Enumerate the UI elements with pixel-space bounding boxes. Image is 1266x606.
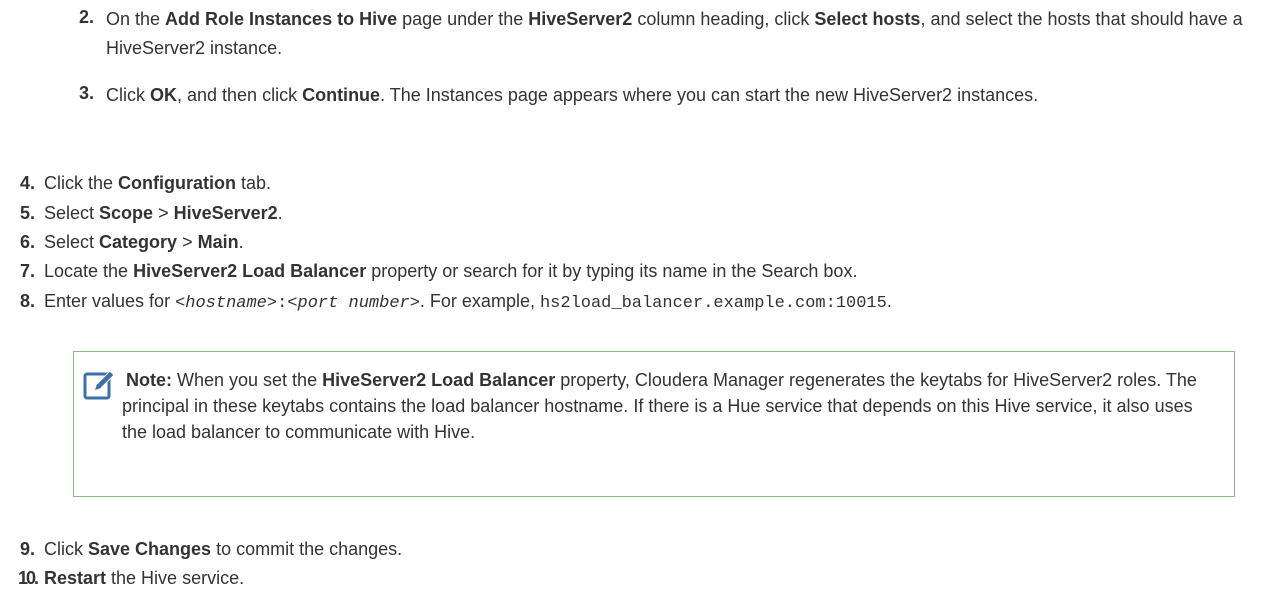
- list-item-step-7: 7. Locate the HiveServer2 Load Balancer …: [20, 259, 1250, 284]
- step-number: 2.: [79, 7, 95, 27]
- list-item-step-4: 4. Click the Configuration tab.: [20, 171, 1250, 196]
- step-text: Enter values for <hostname>:<port number…: [44, 291, 892, 313]
- list-item-step-6: 6. Select Category > Main.: [20, 230, 1250, 255]
- step-text: On the Add Role Instances to Hive page u…: [106, 9, 1243, 58]
- step-number: 8.: [20, 291, 36, 311]
- step-text: Select Category > Main.: [44, 232, 244, 252]
- step-number: 6.: [20, 232, 36, 252]
- step-text: Restart the Hive service.: [44, 568, 245, 588]
- step-text: Click Save Changes to commit the changes…: [44, 539, 403, 559]
- step-number: 9.: [20, 539, 36, 559]
- list-item-step-5: 5. Select Scope > HiveServer2.: [20, 201, 1250, 226]
- step-number: 7.: [20, 261, 36, 281]
- list-item-step-2: 2. On the Add Role Instances to Hive pag…: [79, 5, 1254, 63]
- step-text: Click OK, and then click Continue. The I…: [106, 85, 1039, 105]
- step-number: 5.: [20, 203, 36, 223]
- note-edit-icon: [83, 370, 115, 400]
- step-number: 3.: [79, 83, 95, 103]
- note-label: Note:: [126, 370, 172, 390]
- note-text: Note: When you set the HiveServer2 Load …: [122, 370, 1197, 442]
- step-text: Select Scope > HiveServer2.: [44, 203, 283, 223]
- step-text: Click the Configuration tab.: [44, 173, 272, 193]
- step-text: Locate the HiveServer2 Load Balancer pro…: [44, 261, 858, 281]
- list-item-step-10: 10. Restart the Hive service.: [18, 566, 1248, 591]
- list-item-step-9: 9. Click Save Changes to commit the chan…: [20, 537, 1250, 562]
- list-item-step-3: 3. Click OK, and then click Continue. Th…: [79, 81, 1254, 110]
- note-callout: Note: When you set the HiveServer2 Load …: [73, 351, 1235, 497]
- step-number: 10.: [18, 568, 39, 588]
- document-page: 2. On the Add Role Instances to Hive pag…: [0, 0, 1266, 606]
- code-example: hs2load_balancer.example.com:10015: [539, 294, 887, 313]
- code-placeholder: <hostname>:<port number>: [175, 294, 420, 313]
- step-number: 4.: [20, 173, 36, 193]
- restart-link: Restart: [44, 568, 107, 588]
- list-item-step-8: 8. Enter values for <hostname>:<port num…: [20, 289, 1260, 316]
